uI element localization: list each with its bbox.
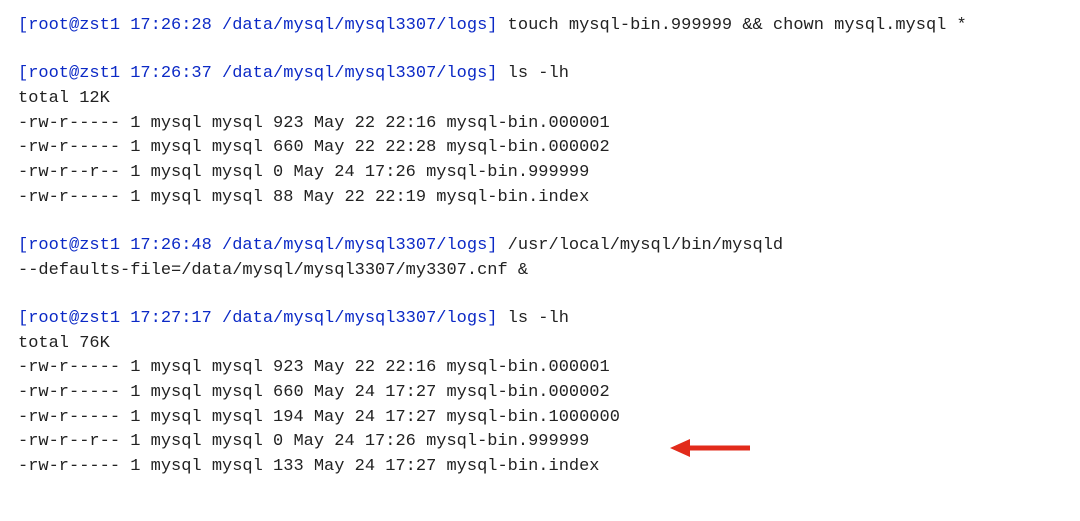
terminal-line-cmd3-cont: --defaults-file=/data/mysql/mysql3307/my…	[18, 259, 1062, 284]
listing1-row: -rw-r----- 1 mysql mysql 923 May 22 22:1…	[18, 112, 1062, 137]
listing1-total: total 12K	[18, 87, 1062, 112]
terminal-line-cmd2: [root@zst1 17:26:37 /data/mysql/mysql330…	[18, 62, 1062, 87]
terminal-line-cmd1: [root@zst1 17:26:28 /data/mysql/mysql330…	[18, 14, 1062, 39]
command-text: /usr/local/mysql/bin/mysqld	[497, 236, 783, 255]
terminal-line-cmd3: [root@zst1 17:26:48 /data/mysql/mysql330…	[18, 234, 1062, 259]
blank-line	[18, 210, 1062, 234]
listing2-row: -rw-r----- 1 mysql mysql 660 May 24 17:2…	[18, 381, 1062, 406]
listing2-row: -rw-r----- 1 mysql mysql 923 May 22 22:1…	[18, 356, 1062, 381]
listing1-row: -rw-r----- 1 mysql mysql 660 May 22 22:2…	[18, 136, 1062, 161]
command-text: ls -lh	[497, 309, 568, 328]
prompt: [root@zst1 17:26:28 /data/mysql/mysql330…	[18, 16, 497, 35]
listing2-total: total 76K	[18, 332, 1062, 357]
blank-line	[18, 39, 1062, 63]
terminal-line-cmd4: [root@zst1 17:27:17 /data/mysql/mysql330…	[18, 307, 1062, 332]
prompt: [root@zst1 17:27:17 /data/mysql/mysql330…	[18, 309, 497, 328]
listing2-row: -rw-r--r-- 1 mysql mysql 0 May 24 17:26 …	[18, 430, 1062, 455]
listing2-row: -rw-r----- 1 mysql mysql 133 May 24 17:2…	[18, 455, 1062, 480]
blank-line	[18, 283, 1062, 307]
prompt: [root@zst1 17:26:37 /data/mysql/mysql330…	[18, 64, 497, 83]
listing2-row-highlight: -rw-r----- 1 mysql mysql 194 May 24 17:2…	[18, 406, 1062, 431]
prompt: [root@zst1 17:26:48 /data/mysql/mysql330…	[18, 236, 497, 255]
command-text: touch mysql-bin.999999 && chown mysql.my…	[497, 16, 966, 35]
command-text: ls -lh	[497, 64, 568, 83]
listing1-row: -rw-r----- 1 mysql mysql 88 May 22 22:19…	[18, 186, 1062, 211]
listing1-row: -rw-r--r-- 1 mysql mysql 0 May 24 17:26 …	[18, 161, 1062, 186]
